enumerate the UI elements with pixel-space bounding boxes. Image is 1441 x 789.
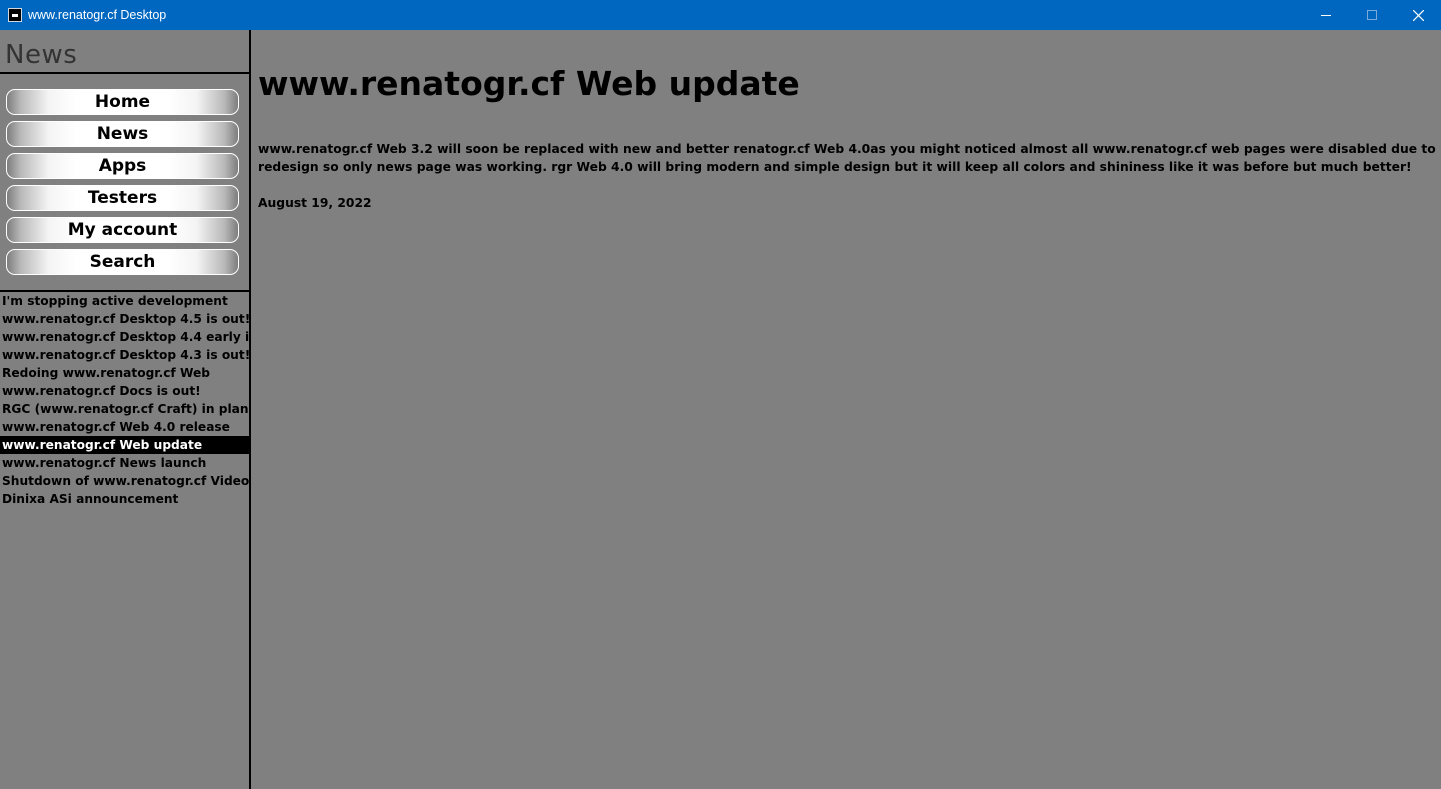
- news-list-item[interactable]: www.renatogr.cf Desktop 4.3 is out!: [0, 346, 249, 364]
- nav-testers-button[interactable]: Testers: [6, 185, 239, 211]
- nav-search-button[interactable]: Search: [6, 249, 239, 275]
- maximize-icon: [1367, 10, 1377, 20]
- article-body: www.renatogr.cf Web 3.2 will soon be rep…: [258, 142, 1436, 174]
- news-list-item[interactable]: Dinixa ASi announcement: [0, 490, 249, 508]
- news-list-item[interactable]: RGC (www.renatogr.cf Craft) in planning: [0, 400, 249, 418]
- nav-home-button[interactable]: Home: [6, 89, 239, 115]
- news-list-item[interactable]: www.renatogr.cf News launch: [0, 454, 249, 472]
- nav-my-account-button[interactable]: My account: [6, 217, 239, 243]
- window-controls: [1303, 0, 1441, 30]
- page-heading: News: [5, 40, 78, 70]
- article: www.renatogr.cf Web update www.renatogr.…: [258, 60, 1436, 212]
- news-list-item[interactable]: www.renatogr.cf Web 4.0 release: [0, 418, 249, 436]
- news-list-item[interactable]: Shutdown of www.renatogr.cf Video: [0, 472, 249, 490]
- minimize-button[interactable]: [1303, 0, 1349, 30]
- nav-news-button[interactable]: News: [6, 121, 239, 147]
- news-list-item[interactable]: www.renatogr.cf Desktop 4.4 early info: [0, 328, 249, 346]
- title-bar[interactable]: www.renatogr.cf Desktop: [0, 0, 1441, 30]
- heading-divider: [0, 72, 249, 74]
- news-list-item[interactable]: I'm stopping active development: [0, 292, 249, 310]
- close-button[interactable]: [1395, 0, 1441, 30]
- nav-apps-button[interactable]: Apps: [6, 153, 239, 179]
- news-list-item[interactable]: www.renatogr.cf Docs is out!: [0, 382, 249, 400]
- sidebar-divider: [249, 30, 251, 789]
- news-list-item[interactable]: www.renatogr.cf Desktop 4.5 is out!: [0, 310, 249, 328]
- app-icon: [8, 8, 22, 22]
- close-icon: [1412, 9, 1424, 21]
- article-date: August 19, 2022: [258, 196, 372, 210]
- maximize-button[interactable]: [1349, 0, 1395, 30]
- article-title: www.renatogr.cf Web update: [258, 64, 800, 103]
- window-title: www.renatogr.cf Desktop: [28, 8, 167, 22]
- news-list-item[interactable]: Redoing www.renatogr.cf Web: [0, 364, 249, 382]
- minimize-icon: [1321, 15, 1331, 16]
- news-list: I'm stopping active development www.rena…: [0, 292, 249, 508]
- news-list-item[interactable]: www.renatogr.cf Web update: [0, 436, 249, 454]
